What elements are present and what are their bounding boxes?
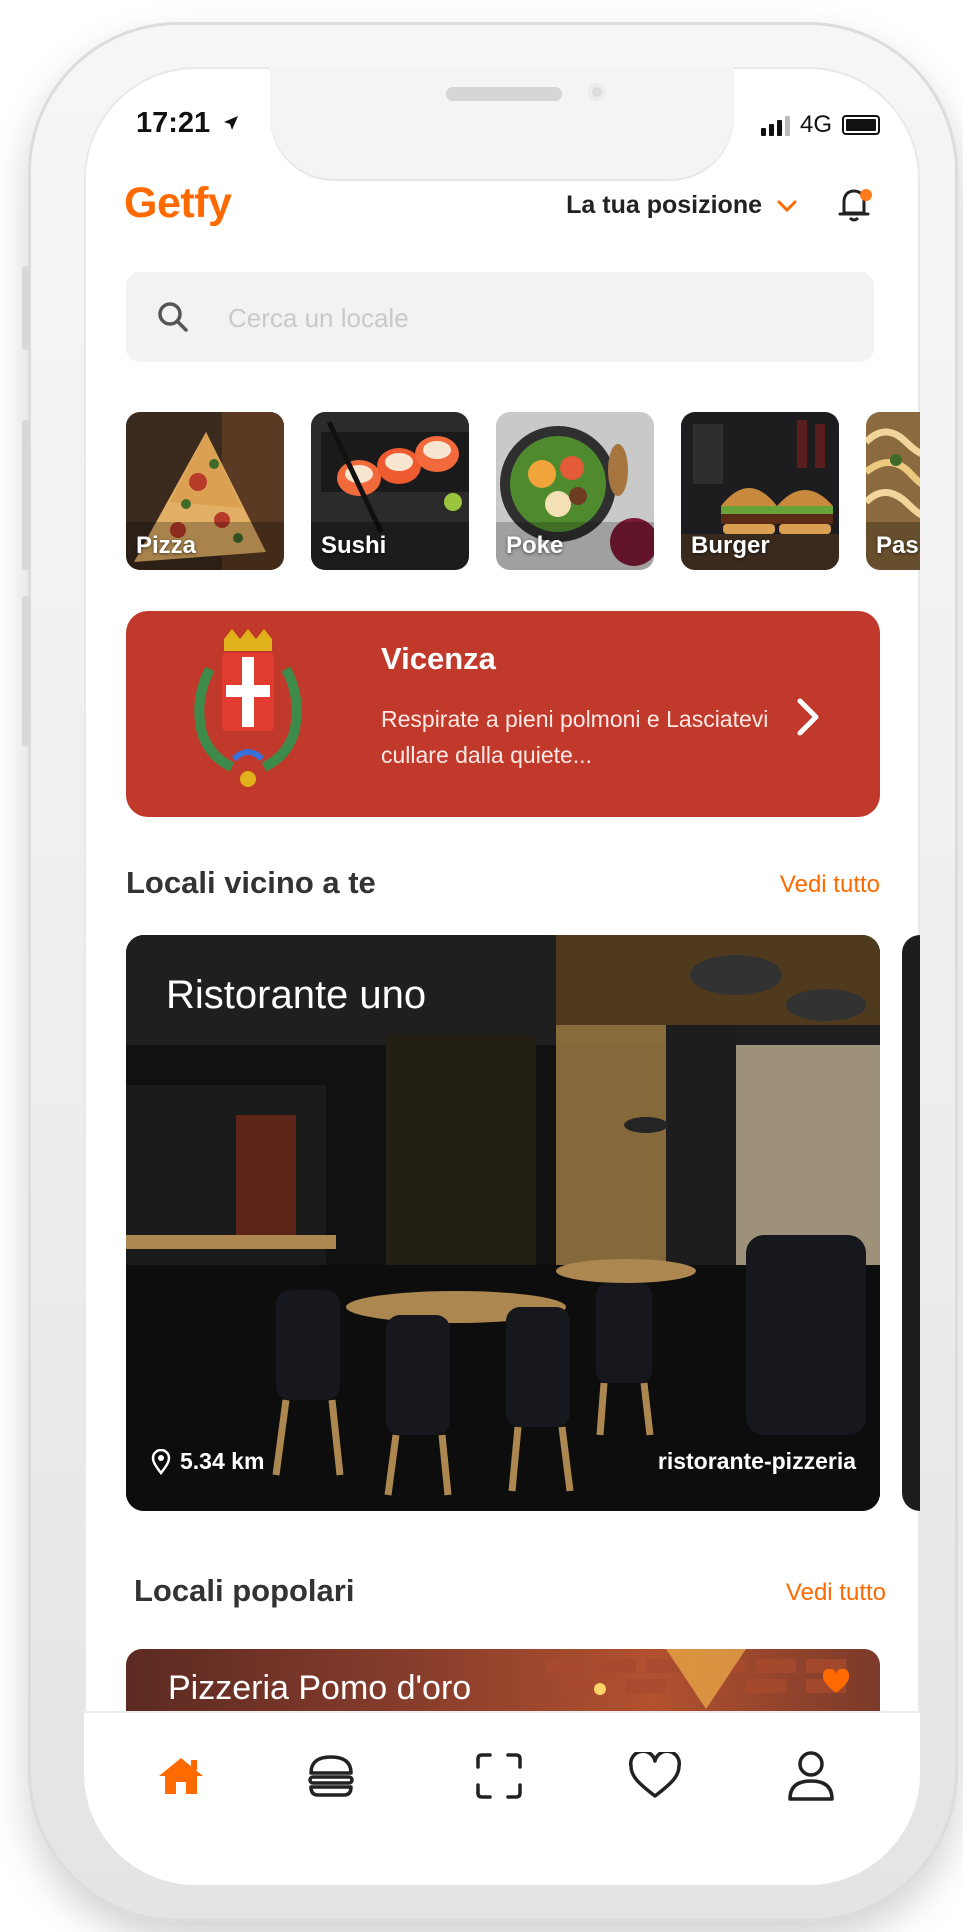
city-banner[interactable]: Vicenza Respirate a pieni polmoni e Lasc… bbox=[126, 611, 880, 817]
category-label: Pas bbox=[876, 532, 919, 559]
volume-down-button bbox=[22, 596, 30, 746]
category-label: Pizza bbox=[136, 532, 197, 559]
category-pasta[interactable]: Pas bbox=[866, 412, 920, 570]
home-icon bbox=[159, 1758, 203, 1794]
favorite-heart-icon[interactable] bbox=[822, 1669, 850, 1695]
tab-scan[interactable] bbox=[464, 1741, 534, 1811]
venue-distance: 5.34 km bbox=[150, 1448, 264, 1475]
map-pin-icon bbox=[151, 1448, 171, 1475]
notch bbox=[270, 67, 734, 181]
nearby-section-title: Locali vicino a te bbox=[126, 865, 376, 900]
profile-icon bbox=[788, 1751, 834, 1801]
notifications-button[interactable] bbox=[836, 185, 876, 229]
heart-icon bbox=[629, 1752, 681, 1798]
speaker bbox=[446, 87, 562, 101]
category-label: Sushi bbox=[321, 532, 387, 559]
tab-profile[interactable] bbox=[776, 1741, 846, 1811]
chevron-right-icon bbox=[797, 698, 819, 736]
category-poke[interactable]: Poke bbox=[496, 412, 654, 570]
city-crest-icon bbox=[194, 629, 302, 787]
location-label: La tua posizione bbox=[566, 191, 762, 219]
next-venue-card[interactable] bbox=[902, 935, 920, 1511]
nearby-venue-card[interactable]: Ristorante uno 5.34 km ristorante-pizzer… bbox=[126, 935, 880, 1511]
volume-up-button bbox=[22, 420, 30, 570]
status-time: 17:21 bbox=[136, 107, 240, 140]
popular-section-title: Locali popolari bbox=[134, 1573, 355, 1608]
scan-icon bbox=[476, 1753, 522, 1799]
search-bar[interactable] bbox=[126, 272, 874, 362]
nearby-see-all-link[interactable]: Vedi tutto bbox=[780, 871, 880, 899]
banner-title: Vicenza bbox=[381, 641, 496, 676]
tab-favorites[interactable] bbox=[620, 1741, 690, 1811]
category-label: Burger bbox=[691, 532, 770, 559]
restaurant-photo bbox=[126, 935, 880, 1511]
category-pizza[interactable]: Pizza bbox=[126, 412, 284, 570]
burger-menu-icon bbox=[308, 1755, 354, 1797]
distance-text: 5.34 km bbox=[180, 1448, 265, 1474]
battery-icon bbox=[842, 115, 880, 135]
popular-venue-name: Pizzeria Pomo d'oro bbox=[168, 1669, 472, 1707]
mute-switch bbox=[22, 266, 30, 350]
app-screen: 17:21 4G Getfy La tua posizione Cerca un… bbox=[84, 67, 920, 1885]
network-type: 4G bbox=[799, 111, 832, 138]
tab-menu[interactable] bbox=[296, 1741, 366, 1811]
location-arrow-icon bbox=[224, 116, 239, 130]
banner-description: Respirate a pieni polmoni e Lasciatevi c… bbox=[381, 706, 769, 768]
category-label: Poke bbox=[506, 532, 564, 559]
chevron-down-icon bbox=[777, 200, 797, 212]
notification-dot bbox=[860, 189, 872, 201]
category-burger[interactable]: Burger bbox=[681, 412, 839, 570]
popular-see-all-link[interactable]: Vedi tutto bbox=[786, 1579, 886, 1607]
app-header: Getfy La tua posizione bbox=[124, 177, 880, 237]
signal-icon bbox=[760, 114, 790, 136]
bottom-tab-bar bbox=[84, 1711, 920, 1885]
venue-name: Ristorante uno bbox=[166, 973, 427, 1017]
category-list: Pizza Sushi Poke Burger Pas bbox=[126, 412, 920, 572]
venue-type: ristorante-pizzeria bbox=[657, 1448, 856, 1474]
camera bbox=[588, 83, 606, 101]
tab-home[interactable] bbox=[146, 1741, 216, 1811]
app-logo: Getfy bbox=[124, 179, 232, 227]
location-selector[interactable]: La tua posizione bbox=[566, 191, 798, 220]
search-input[interactable] bbox=[226, 294, 830, 342]
search-icon bbox=[158, 302, 188, 332]
category-sushi[interactable]: Sushi bbox=[311, 412, 469, 570]
status-indicators: 4G bbox=[760, 111, 880, 139]
time-text: 17:21 bbox=[136, 107, 211, 139]
